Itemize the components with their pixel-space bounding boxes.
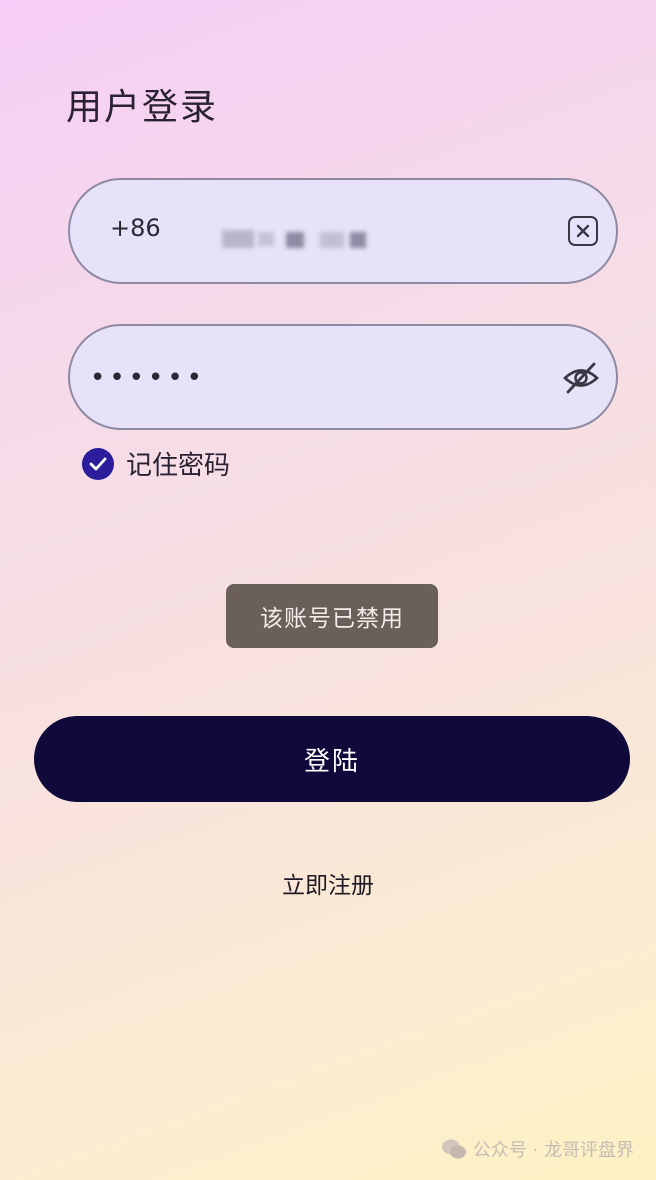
eye-off-icon[interactable]: [562, 360, 600, 396]
redaction-block: [286, 232, 304, 248]
clear-icon[interactable]: [568, 216, 598, 246]
watermark: 公众号 · 龙哥评盘界: [441, 1136, 634, 1162]
login-button[interactable]: 登陆: [34, 716, 630, 802]
watermark-text: 公众号 · 龙哥评盘界: [472, 1140, 634, 1161]
password-field[interactable]: [68, 324, 618, 430]
remember-password-checkbox[interactable]: 记住密码: [82, 445, 230, 482]
redaction-block: [222, 230, 254, 248]
checkmark-icon[interactable]: [82, 447, 114, 480]
redaction-block: [258, 232, 274, 246]
account-disabled-toast: 该账号已禁用: [226, 584, 438, 648]
country-code[interactable]: +86: [110, 214, 161, 242]
redaction-block: [350, 232, 366, 248]
password-input[interactable]: [88, 352, 532, 404]
phone-field[interactable]: +86: [68, 178, 618, 284]
page-title: 用户登录: [66, 87, 219, 128]
remember-password-label[interactable]: 记住密码: [126, 445, 230, 482]
register-link[interactable]: 立即注册: [0, 866, 656, 900]
redaction-block: [320, 232, 344, 248]
login-screen: 用户登录 +86 •••••• 记住密码 该账号已禁用 登陆 立即注册 公众号 …: [0, 0, 656, 1180]
wechat-icon: [441, 1139, 466, 1159]
